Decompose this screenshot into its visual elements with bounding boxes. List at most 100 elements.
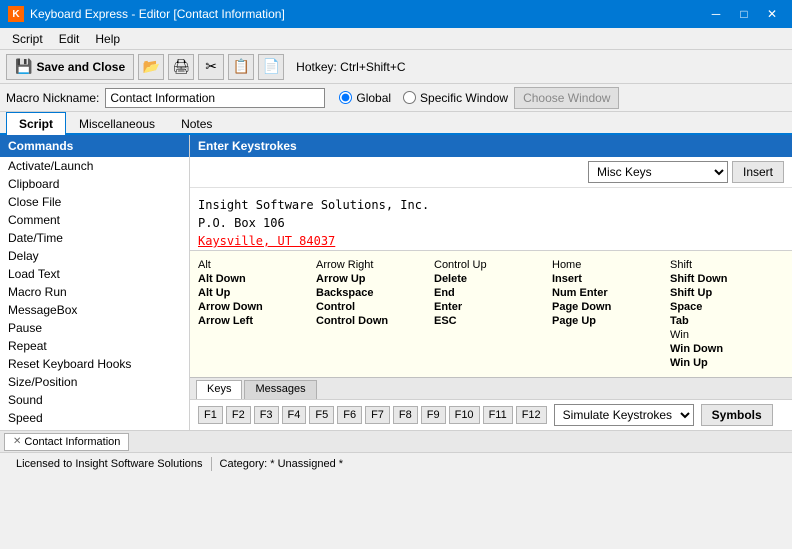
key-control-up[interactable]: Control Up — [434, 259, 548, 271]
key-shift[interactable]: Shift — [670, 259, 784, 271]
menu-script[interactable]: Script — [4, 30, 51, 47]
key-empty-4 — [552, 329, 666, 341]
macro-nickname-label: Macro Nickname: — [6, 91, 99, 105]
f11-button[interactable]: F11 — [483, 406, 513, 424]
status-bar: Licensed to Insight Software Solutions C… — [0, 452, 792, 474]
key-page-down[interactable]: Page Down — [552, 301, 666, 313]
print-button[interactable]: 🖨 — [168, 54, 194, 80]
minimize-button[interactable]: ─ — [704, 5, 728, 23]
f6-button[interactable]: F6 — [337, 406, 362, 424]
text-line-0: Insight Software Solutions, Inc. — [198, 196, 784, 214]
key-arrow-right[interactable]: Arrow Right — [316, 259, 430, 271]
paste-button[interactable]: 📄 — [258, 54, 284, 80]
key-empty-7 — [434, 343, 548, 355]
key-home[interactable]: Home — [552, 259, 666, 271]
key-win-up[interactable]: Win Up — [670, 357, 784, 369]
key-tab[interactable]: Tab — [670, 315, 784, 327]
key-space[interactable]: Space — [670, 301, 784, 313]
specific-window-radio[interactable] — [403, 91, 416, 104]
specific-window-radio-label[interactable]: Specific Window — [403, 91, 508, 105]
cut-button[interactable]: ✂ — [198, 54, 224, 80]
key-insert[interactable]: Insert — [552, 273, 666, 285]
f8-button[interactable]: F8 — [393, 406, 418, 424]
simulate-keystrokes-select[interactable]: Simulate Keystrokes — [554, 404, 694, 426]
f4-button[interactable]: F4 — [282, 406, 307, 424]
command-activate-launch[interactable]: Activate/Launch — [0, 157, 189, 175]
key-arrow-down[interactable]: Arrow Down — [198, 301, 312, 313]
tab-script[interactable]: Script — [6, 112, 66, 135]
f9-button[interactable]: F9 — [421, 406, 446, 424]
command-speed[interactable]: Speed — [0, 409, 189, 427]
key-end[interactable]: End — [434, 287, 548, 299]
macro-nickname-input[interactable] — [105, 88, 325, 108]
key-delete[interactable]: Delete — [434, 273, 548, 285]
key-arrow-up[interactable]: Arrow Up — [316, 273, 430, 285]
open-button[interactable]: 📂 — [138, 54, 164, 80]
radio-group: Global Specific Window — [339, 91, 508, 105]
menu-help[interactable]: Help — [87, 30, 128, 47]
bottom-tab-contact-information[interactable]: ✕ Contact Information — [4, 433, 129, 451]
global-radio-label[interactable]: Global — [339, 91, 391, 105]
f2-button[interactable]: F2 — [226, 406, 251, 424]
key-alt-up[interactable]: Alt Up — [198, 287, 312, 299]
bottom-tab-close-icon[interactable]: ✕ — [13, 436, 21, 447]
f5-button[interactable]: F5 — [309, 406, 334, 424]
misc-keys-select[interactable]: Misc Keys — [588, 161, 728, 183]
key-alt-down[interactable]: Alt Down — [198, 273, 312, 285]
tab-notes[interactable]: Notes — [168, 112, 225, 135]
key-shift-up[interactable]: Shift Up — [670, 287, 784, 299]
command-delay[interactable]: Delay — [0, 247, 189, 265]
command-messagebox[interactable]: MessageBox — [0, 301, 189, 319]
key-arrow-left[interactable]: Arrow Left — [198, 315, 312, 327]
f7-button[interactable]: F7 — [365, 406, 390, 424]
save-close-button[interactable]: 💾 Save and Close — [6, 54, 134, 80]
key-control[interactable]: Control — [316, 301, 430, 313]
maximize-button[interactable]: □ — [732, 5, 756, 23]
tabs-row: Script Miscellaneous Notes — [0, 112, 792, 135]
key-alt[interactable]: Alt — [198, 259, 312, 271]
text-area-zone[interactable]: Insight Software Solutions, Inc. P.O. Bo… — [190, 188, 792, 250]
commands-list: Activate/Launch Clipboard Close File Com… — [0, 157, 189, 430]
commands-header: Commands — [0, 135, 189, 157]
page-tab-messages[interactable]: Messages — [244, 380, 316, 399]
f12-button[interactable]: F12 — [516, 406, 547, 424]
bottom-tab-label: Contact Information — [24, 436, 120, 448]
key-backspace[interactable]: Backspace — [316, 287, 430, 299]
command-clipboard[interactable]: Clipboard — [0, 175, 189, 193]
symbols-button[interactable]: Symbols — [701, 404, 773, 426]
choose-window-button[interactable]: Choose Window — [514, 87, 619, 109]
menu-edit[interactable]: Edit — [51, 30, 88, 47]
close-button[interactable]: ✕ — [760, 5, 784, 23]
insert-button[interactable]: Insert — [732, 161, 784, 183]
command-close-file[interactable]: Close File — [0, 193, 189, 211]
command-comment[interactable]: Comment — [0, 211, 189, 229]
key-num-enter[interactable]: Num Enter — [552, 287, 666, 299]
f3-button[interactable]: F3 — [254, 406, 279, 424]
command-date-time[interactable]: Date/Time — [0, 229, 189, 247]
key-page-up[interactable]: Page Up — [552, 315, 666, 327]
command-size-position[interactable]: Size/Position — [0, 373, 189, 391]
command-pause[interactable]: Pause — [0, 319, 189, 337]
global-radio[interactable] — [339, 91, 352, 104]
command-macro-run[interactable]: Macro Run — [0, 283, 189, 301]
command-reset-keyboard-hooks[interactable]: Reset Keyboard Hooks — [0, 355, 189, 373]
hotkey-text: Hotkey: Ctrl+Shift+C — [296, 60, 405, 74]
copy-button[interactable]: 📋 — [228, 54, 254, 80]
key-win[interactable]: Win — [670, 329, 784, 341]
f10-button[interactable]: F10 — [449, 406, 480, 424]
key-esc[interactable]: ESC — [434, 315, 548, 327]
key-enter[interactable]: Enter — [434, 301, 548, 313]
key-empty-6 — [316, 343, 430, 355]
f1-button[interactable]: F1 — [198, 406, 223, 424]
command-repeat[interactable]: Repeat — [0, 337, 189, 355]
command-load-text[interactable]: Load Text — [0, 265, 189, 283]
page-tab-keys[interactable]: Keys — [196, 380, 242, 399]
key-control-down[interactable]: Control Down — [316, 315, 430, 327]
command-swap-file[interactable]: Swap File — [0, 427, 189, 430]
command-sound[interactable]: Sound — [0, 391, 189, 409]
save-close-label: Save and Close — [36, 60, 125, 74]
tab-miscellaneous[interactable]: Miscellaneous — [66, 112, 168, 135]
title-controls: ─ □ ✕ — [704, 5, 784, 23]
key-shift-down[interactable]: Shift Down — [670, 273, 784, 285]
key-win-down[interactable]: Win Down — [670, 343, 784, 355]
